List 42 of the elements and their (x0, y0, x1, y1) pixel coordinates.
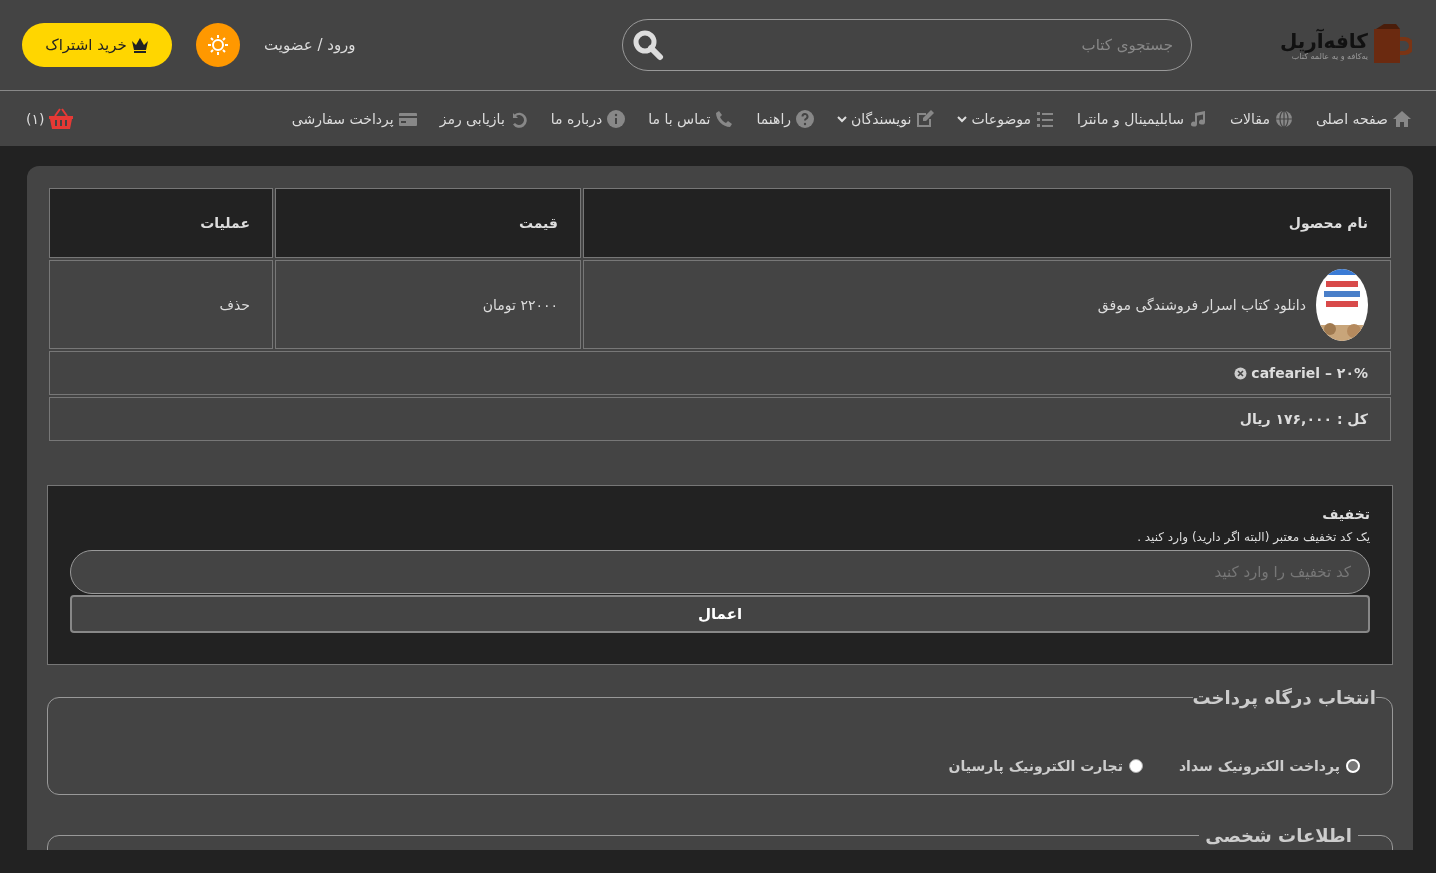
apply-button[interactable]: اعمال (70, 595, 1370, 633)
nav-link[interactable]: تماس با ما (648, 108, 735, 129)
column-header: نام محصول (583, 188, 1391, 258)
radio-label[interactable]: تجارت الکترونیک پارسیان (948, 758, 1123, 774)
table-cell: ۲۲۰۰۰ تومان (275, 260, 581, 349)
question-icon (795, 108, 816, 129)
nav-link[interactable]: راهنما (756, 108, 816, 129)
theme-toggle[interactable] (196, 23, 240, 67)
total-text: کل : ۱۷۶,۰۰۰ ریال (49, 397, 1391, 441)
cart-count: (۱) (26, 110, 45, 127)
discount-title: تخفیف (1321, 506, 1370, 522)
home-icon (1392, 108, 1412, 129)
crown-icon (130, 37, 149, 53)
nav-link[interactable]: موضوعات (957, 108, 1056, 129)
discount-hint: یک کد تخفیف معتبر (البته اگر دارید) وارد کنید . (1136, 530, 1370, 544)
phone-icon (714, 108, 735, 129)
info-icon (606, 108, 627, 129)
radio-button[interactable] (1128, 759, 1143, 773)
search-field[interactable]: جستجوی کتاب (622, 19, 1192, 71)
nav-link[interactable]: صفحه اصلی (1315, 108, 1412, 129)
nav-link[interactable]: سابلیمینال و مانترا (1077, 108, 1208, 129)
nav-link[interactable]: بازیابی رمز (439, 108, 529, 129)
globe-icon (1273, 108, 1294, 129)
personal-title: اطلاعات شخصی (1204, 825, 1353, 846)
logo-tagline: یه‌کافه و یه عالمه کتاب (1291, 51, 1368, 61)
radio-label[interactable]: پرداخت الکترونیک سداد (1178, 758, 1340, 774)
sun-icon (208, 35, 228, 55)
column-header: عملیات (49, 188, 273, 258)
nav-link[interactable]: نویسندگان (837, 108, 936, 129)
nav-link[interactable]: پرداخت سفارشی (291, 108, 418, 129)
nav-link[interactable]: درباره ما (550, 108, 627, 129)
login-link[interactable]: ورود / عضویت (264, 36, 356, 54)
remove-icon[interactable] (1234, 366, 1248, 380)
subscribe-button[interactable]: خرید اشتراک (22, 23, 172, 67)
column-header: قیمت (275, 188, 581, 258)
edit-icon (915, 108, 936, 129)
product-name: دانلود کتاب اسرار فروشندگی موفق (1097, 296, 1306, 313)
delete-link[interactable]: حذف (49, 260, 273, 349)
coupon-text: cafeariel – ۲۰% (1251, 365, 1368, 381)
nav-link[interactable]: مقالات (1229, 108, 1294, 129)
payment-title: انتخاب درگاه پرداخت (1192, 687, 1376, 708)
search-icon (632, 29, 664, 61)
